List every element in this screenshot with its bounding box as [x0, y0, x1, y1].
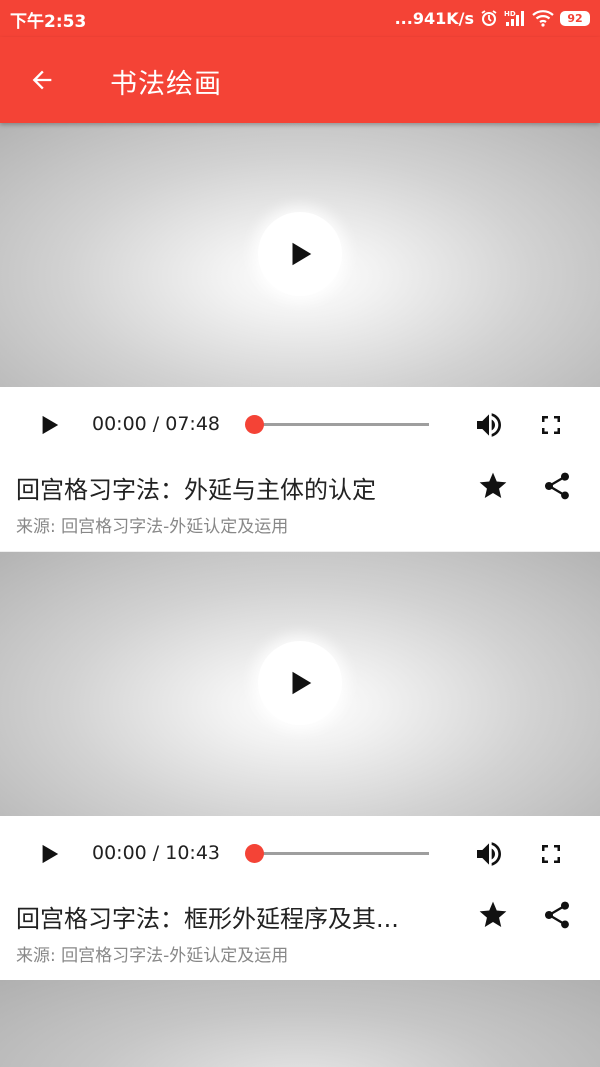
play-button[interactable] [34, 410, 64, 440]
video-title[interactable]: 回宫格习字法：框形外延程序及其... [16, 899, 456, 934]
big-play-button[interactable] [258, 641, 342, 725]
video-player[interactable] [0, 123, 600, 387]
video-info: 回宫格习字法：框形外延程序及其... 来源: 回宫格习字法-外延认定及运用 [0, 890, 600, 980]
arrow-back-icon [32, 70, 52, 90]
share-icon [545, 472, 569, 500]
status-icons: ...941K/s HD 92 [395, 6, 590, 30]
video-info: 回宫格习字法：外延与主体的认定 来源: 回宫格习字法-外延认定及运用 [0, 461, 600, 551]
share-icon [545, 901, 569, 929]
fullscreen-icon [542, 845, 560, 863]
share-button[interactable] [538, 896, 576, 934]
fullscreen-button[interactable] [535, 407, 567, 443]
volume-button[interactable] [470, 407, 508, 443]
cell-signal-icon: HD [504, 9, 526, 27]
video-card: 00:00 / 10:43 回宫格习字法：框形外延程序及其... 来源: 回宫格… [0, 552, 600, 980]
volume-button[interactable] [470, 836, 508, 872]
fullscreen-icon [542, 416, 560, 434]
phone-screen: 下午2:53 ...941K/s HD 92 书法绘画 00:00 / 07:4… [0, 0, 600, 1067]
play-icon [42, 844, 59, 864]
progress-thumb[interactable] [245, 844, 264, 863]
video-source: 来源: 回宫格习字法-外延认定及运用 [16, 517, 289, 537]
progress-track[interactable] [255, 852, 429, 855]
video-player-partial[interactable] [0, 980, 600, 1067]
alarm-icon [480, 9, 498, 27]
play-icon [42, 415, 59, 435]
share-button[interactable] [538, 467, 576, 505]
favorite-button[interactable] [474, 467, 512, 505]
progress-track[interactable] [255, 423, 429, 426]
player-controls: 00:00 / 07:48 [0, 387, 600, 462]
favorite-button[interactable] [474, 896, 512, 934]
wifi-icon [532, 9, 554, 27]
volume-icon [477, 413, 501, 437]
time-display: 00:00 / 07:48 [92, 413, 220, 435]
app-bar: 书法绘画 [0, 37, 600, 123]
time-display: 00:00 / 10:43 [92, 842, 220, 864]
fullscreen-button[interactable] [535, 836, 567, 872]
play-button[interactable] [34, 839, 64, 869]
video-card: 00:00 / 07:48 回宫格习字法：外延与主体的认定 来源: 回宫格习字法… [0, 123, 600, 551]
battery-icon: 92 [560, 10, 590, 26]
video-player[interactable] [0, 552, 600, 816]
progress-thumb[interactable] [245, 415, 264, 434]
status-time: 下午2:53 [10, 12, 87, 32]
video-source: 来源: 回宫格习字法-外延认定及运用 [16, 946, 289, 966]
star-icon [479, 472, 507, 498]
page-title: 书法绘画 [110, 69, 222, 100]
svg-text:HD: HD [504, 10, 516, 18]
play-icon [292, 671, 312, 695]
network-speed: ...941K/s [394, 8, 474, 28]
play-icon [292, 242, 312, 266]
player-controls: 00:00 / 10:43 [0, 816, 600, 891]
big-play-button[interactable] [258, 212, 342, 296]
status-bar: 下午2:53 ...941K/s HD 92 [0, 0, 600, 37]
volume-icon [477, 842, 501, 866]
back-button[interactable] [20, 58, 64, 102]
video-title[interactable]: 回宫格习字法：外延与主体的认定 [16, 470, 456, 505]
star-icon [479, 901, 507, 927]
